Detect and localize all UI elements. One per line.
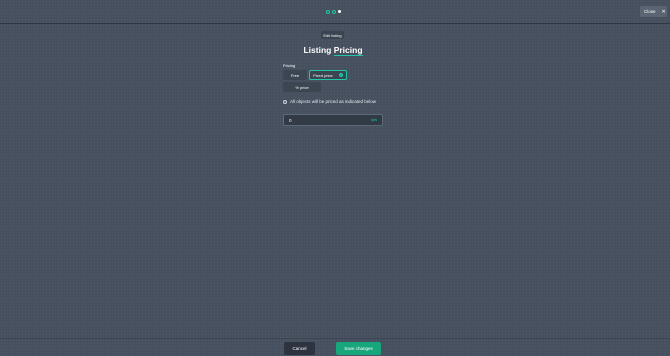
price-field[interactable]: tpts xyxy=(283,114,383,126)
step-dot xyxy=(326,9,330,14)
step-dot xyxy=(332,9,336,14)
pricing-label: Pricing xyxy=(283,63,296,68)
edit-listing-chip: Edit listing xyxy=(321,31,344,39)
info-text: All objects will be priced as indicated … xyxy=(290,99,377,104)
page-title: Listing Pricing xyxy=(300,45,366,56)
title-accent: Pricing xyxy=(333,45,363,56)
step-indicator xyxy=(326,9,341,14)
pricing-option-label: Free xyxy=(290,72,300,78)
pricing-option-percent[interactable]: % price xyxy=(283,82,321,92)
close-icon: ✕ xyxy=(661,8,666,15)
info-icon: i xyxy=(283,99,287,104)
cancel-button[interactable]: Cancel xyxy=(284,342,315,355)
step-dot-active xyxy=(338,10,341,13)
price-input[interactable] xyxy=(289,117,349,123)
price-unit: tpts xyxy=(371,118,377,122)
pricing-option-free[interactable]: Free xyxy=(283,70,307,80)
check-icon: ✓ xyxy=(338,73,343,77)
info-note: i All objects will be priced as indicate… xyxy=(283,99,376,104)
pricing-option-label: Fixed price xyxy=(313,72,333,78)
save-changes-button[interactable]: Save changes xyxy=(336,342,381,355)
pricing-option-fixed[interactable]: Fixed price ✓ xyxy=(309,70,347,80)
footer-divider xyxy=(0,338,670,339)
title-prefix: Listing xyxy=(303,45,334,55)
close-button[interactable]: Close ✕ xyxy=(640,6,667,17)
close-label: Close xyxy=(644,9,656,14)
pricing-option-label: % price xyxy=(295,84,309,90)
top-bar: Close ✕ xyxy=(0,0,670,24)
